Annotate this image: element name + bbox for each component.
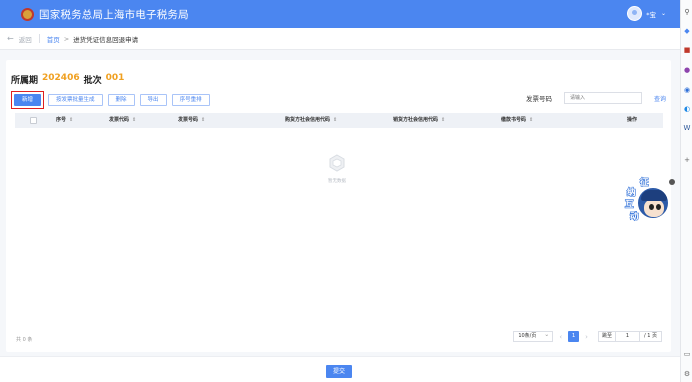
submit-button[interactable]: 提交 — [326, 365, 352, 378]
column-header-invoice-number[interactable]: 发票号码 ⇕ — [178, 113, 205, 128]
app-title: 国家税务总局上海市电子税务局 — [39, 8, 189, 21]
settings-icon[interactable]: ⚙ — [683, 370, 691, 378]
page-jump: 跳至 1 / 1 页 — [597, 331, 662, 342]
assistant-char[interactable]: 纳 — [626, 186, 636, 198]
assistant-drag-handle[interactable] — [669, 179, 675, 185]
table-header: 序号 ⇕ 发票代码 ⇕ 发票号码 ⇕ 购货方社会信用代码 ⇕ 销货方社会信用代码 ⇕ 缴款… — [15, 113, 663, 128]
prev-page-button[interactable]: ‹ — [559, 333, 562, 341]
page-size-select[interactable]: 10条/页 — [513, 330, 554, 342]
add-button-highlight: 新增 — [11, 91, 45, 109]
add-button[interactable]: 新增 — [14, 94, 42, 106]
empty-state: 暂无数据 — [317, 153, 357, 184]
tax-emblem-icon — [21, 7, 34, 21]
column-header-invoice-code[interactable]: 发票代码 ⇕ — [109, 113, 136, 128]
people-icon[interactable]: ● — [683, 66, 691, 74]
circle-icon[interactable]: ◉ — [683, 86, 691, 94]
assistant-mascot-icon[interactable] — [636, 186, 670, 220]
batch-generate-button[interactable]: 按发票批量生成 — [48, 94, 103, 106]
jump-page-input[interactable]: 1 — [615, 331, 640, 342]
period-title: 所属期 202406 批次 001 — [11, 73, 124, 86]
total-pages: / 1 页 — [639, 331, 662, 342]
invoice-filter: 发票号码 查询 — [526, 92, 666, 104]
query-button[interactable]: 查询 — [654, 94, 666, 103]
select-all-checkbox[interactable] — [30, 117, 37, 124]
sort-icon[interactable]: ⇕ — [333, 117, 337, 123]
search-icon[interactable]: ⚲ — [683, 8, 691, 16]
user-name[interactable]: *宝 — [646, 9, 656, 19]
breadcrumb-current: 进货凭证信息回退申请 — [73, 35, 139, 44]
sort-icon[interactable]: ⇕ — [201, 117, 205, 123]
column-header-seller-credit-code[interactable]: 销货方社会信用代码 ⇕ — [393, 113, 445, 128]
empty-text: 暂无数据 — [328, 179, 346, 184]
divider — [38, 34, 40, 43]
bottom-bar: 提交 — [0, 356, 680, 382]
word-icon[interactable]: W — [683, 124, 691, 132]
back-label[interactable]: 返回 — [19, 34, 32, 44]
breadcrumb-home-link[interactable]: 首页 — [47, 34, 60, 44]
breadcrumb-separator: > — [63, 34, 70, 43]
sort-icon[interactable]: ⇕ — [132, 117, 136, 123]
briefcase-icon[interactable]: ■ — [683, 46, 691, 54]
sort-icon[interactable]: ⇕ — [441, 117, 445, 123]
tax-assistant-widget[interactable]: 征 纳 互 动 — [620, 177, 672, 226]
period-value: 202406 — [42, 73, 80, 83]
assistant-char[interactable]: 互 — [624, 198, 634, 210]
total-count: 共 0 条 — [16, 337, 33, 343]
delete-button[interactable]: 删除 — [107, 94, 135, 106]
batch-label: 批次 — [83, 76, 102, 86]
chevron-down-icon[interactable]: ⌄ — [661, 10, 666, 17]
toolbar: 新增 按发票批量生成 删除 导出 序号重排 — [11, 91, 215, 109]
top-bar: 国家税务总局上海市电子税务局 *宝 ⌄ — [0, 0, 680, 28]
next-page-button[interactable]: › — [585, 333, 588, 341]
page-number-current[interactable]: 1 — [568, 331, 580, 342]
pagination: 10条/页 ‹ 1 › 跳至 1 / 1 页 — [513, 330, 662, 342]
plus-icon[interactable]: + — [683, 156, 691, 164]
column-header-actions: 操作 — [627, 117, 638, 123]
column-header-buyer-credit-code[interactable]: 购货方社会信用代码 ⇕ — [285, 113, 337, 128]
reorder-button[interactable]: 序号重排 — [171, 94, 210, 106]
sort-icon[interactable]: ⇕ — [69, 117, 73, 123]
browser-side-rail: ⚲ ◆ ■ ● ◉ ◐ W + ▭ ⚙ — [680, 0, 692, 382]
column-header-index[interactable]: 序号 ⇕ — [56, 113, 73, 128]
back-button[interactable]: ← 返回 — [7, 34, 32, 44]
screen-icon[interactable]: ▭ — [683, 350, 691, 358]
column-header-payment-number[interactable]: 缴款书号码 ⇕ — [501, 113, 533, 128]
breadcrumb: ← 返回 首页 > 进货凭证信息回退申请 — [0, 28, 680, 50]
user-menu[interactable]: *宝 ⌄ — [627, 6, 666, 21]
period-label: 所属期 — [11, 76, 39, 86]
invoice-number-label: 发票号码 — [525, 95, 552, 103]
empty-box-icon — [329, 154, 345, 172]
jump-label: 跳至 — [597, 331, 616, 342]
tag-icon[interactable]: ◆ — [683, 27, 691, 35]
back-arrow-icon[interactable]: ← — [7, 34, 14, 43]
invoice-number-input[interactable] — [563, 92, 642, 104]
main-card: 所属期 202406 批次 001 新增 按发票批量生成 删除 导出 序号重排 … — [6, 60, 671, 352]
assistant-char[interactable]: 动 — [629, 210, 639, 222]
outlook-icon[interactable]: ◐ — [683, 105, 691, 113]
batch-value: 001 — [105, 73, 125, 83]
avatar[interactable] — [627, 6, 643, 21]
sort-icon[interactable]: ⇕ — [529, 117, 533, 123]
export-button[interactable]: 导出 — [139, 94, 167, 106]
